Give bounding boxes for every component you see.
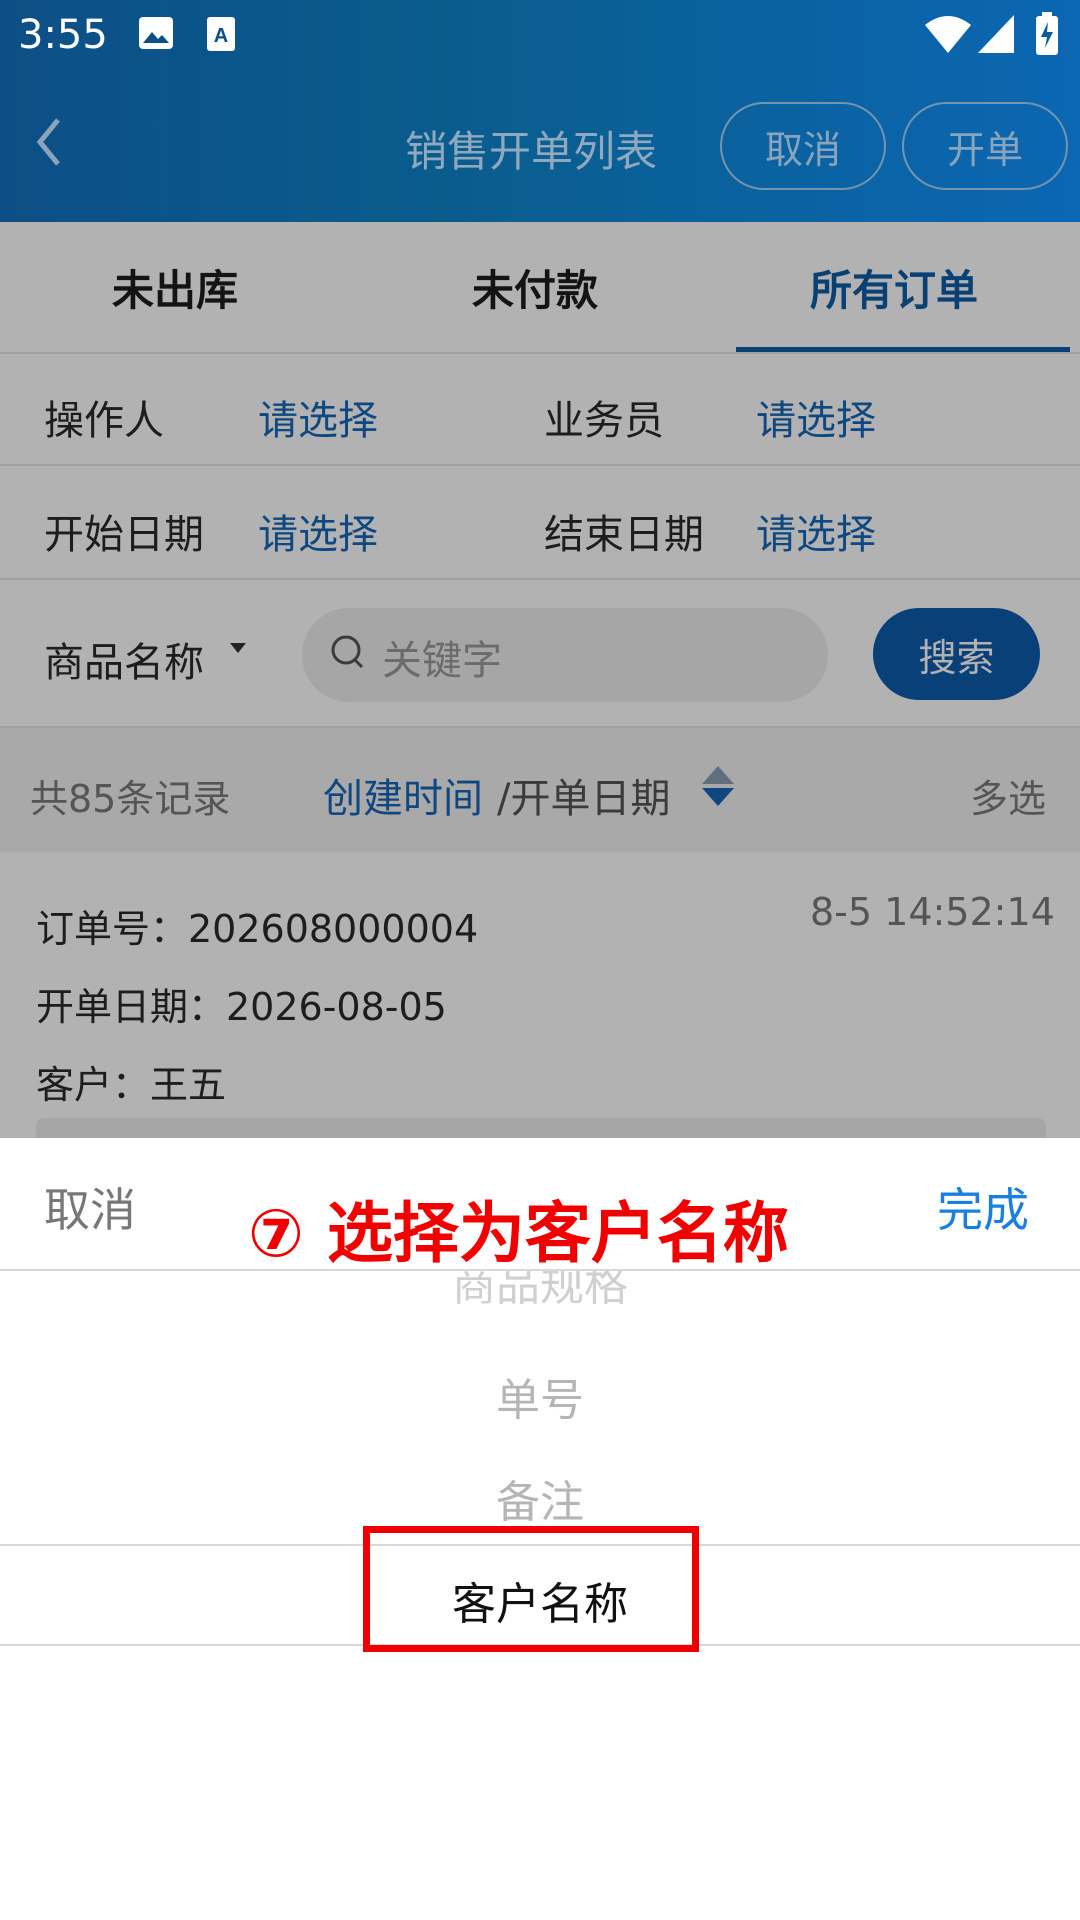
picker-cancel-button[interactable]: 取消: [44, 1174, 136, 1240]
battery-icon: [1035, 12, 1059, 60]
create-order-button[interactable]: 开单: [902, 102, 1068, 190]
step-annotation: ⑦ 选择为客户名称: [248, 1195, 789, 1272]
field-picker-sheet: 取消 ⑦ 选择为客户名称 完成 商品规格 单号 备注 客户名称: [0, 1138, 1080, 1920]
svg-text:A: A: [214, 25, 228, 47]
page-title: 销售开单列表: [405, 127, 658, 176]
wifi-icon: [925, 15, 971, 57]
picker-done-button[interactable]: 完成: [937, 1174, 1029, 1240]
back-icon[interactable]: [30, 112, 70, 172]
picker-option-clip: 商品规格: [0, 1271, 1080, 1305]
cancel-button[interactable]: 取消: [720, 102, 886, 190]
picker-option[interactable]: 备注: [0, 1466, 1080, 1530]
accessibility-icon: A: [206, 16, 236, 61]
modal-overlay[interactable]: [0, 222, 1080, 1138]
status-time: 3:55: [18, 12, 108, 58]
picker-option[interactable]: 单号: [0, 1364, 1080, 1428]
picker-option[interactable]: 商品规格: [0, 1271, 1080, 1305]
app-header: 3:55 A 销售开单列表 取消 开单: [0, 0, 1080, 222]
signal-icon: [978, 15, 1014, 57]
highlight-box: [363, 1526, 699, 1652]
gallery-icon: [138, 16, 174, 59]
